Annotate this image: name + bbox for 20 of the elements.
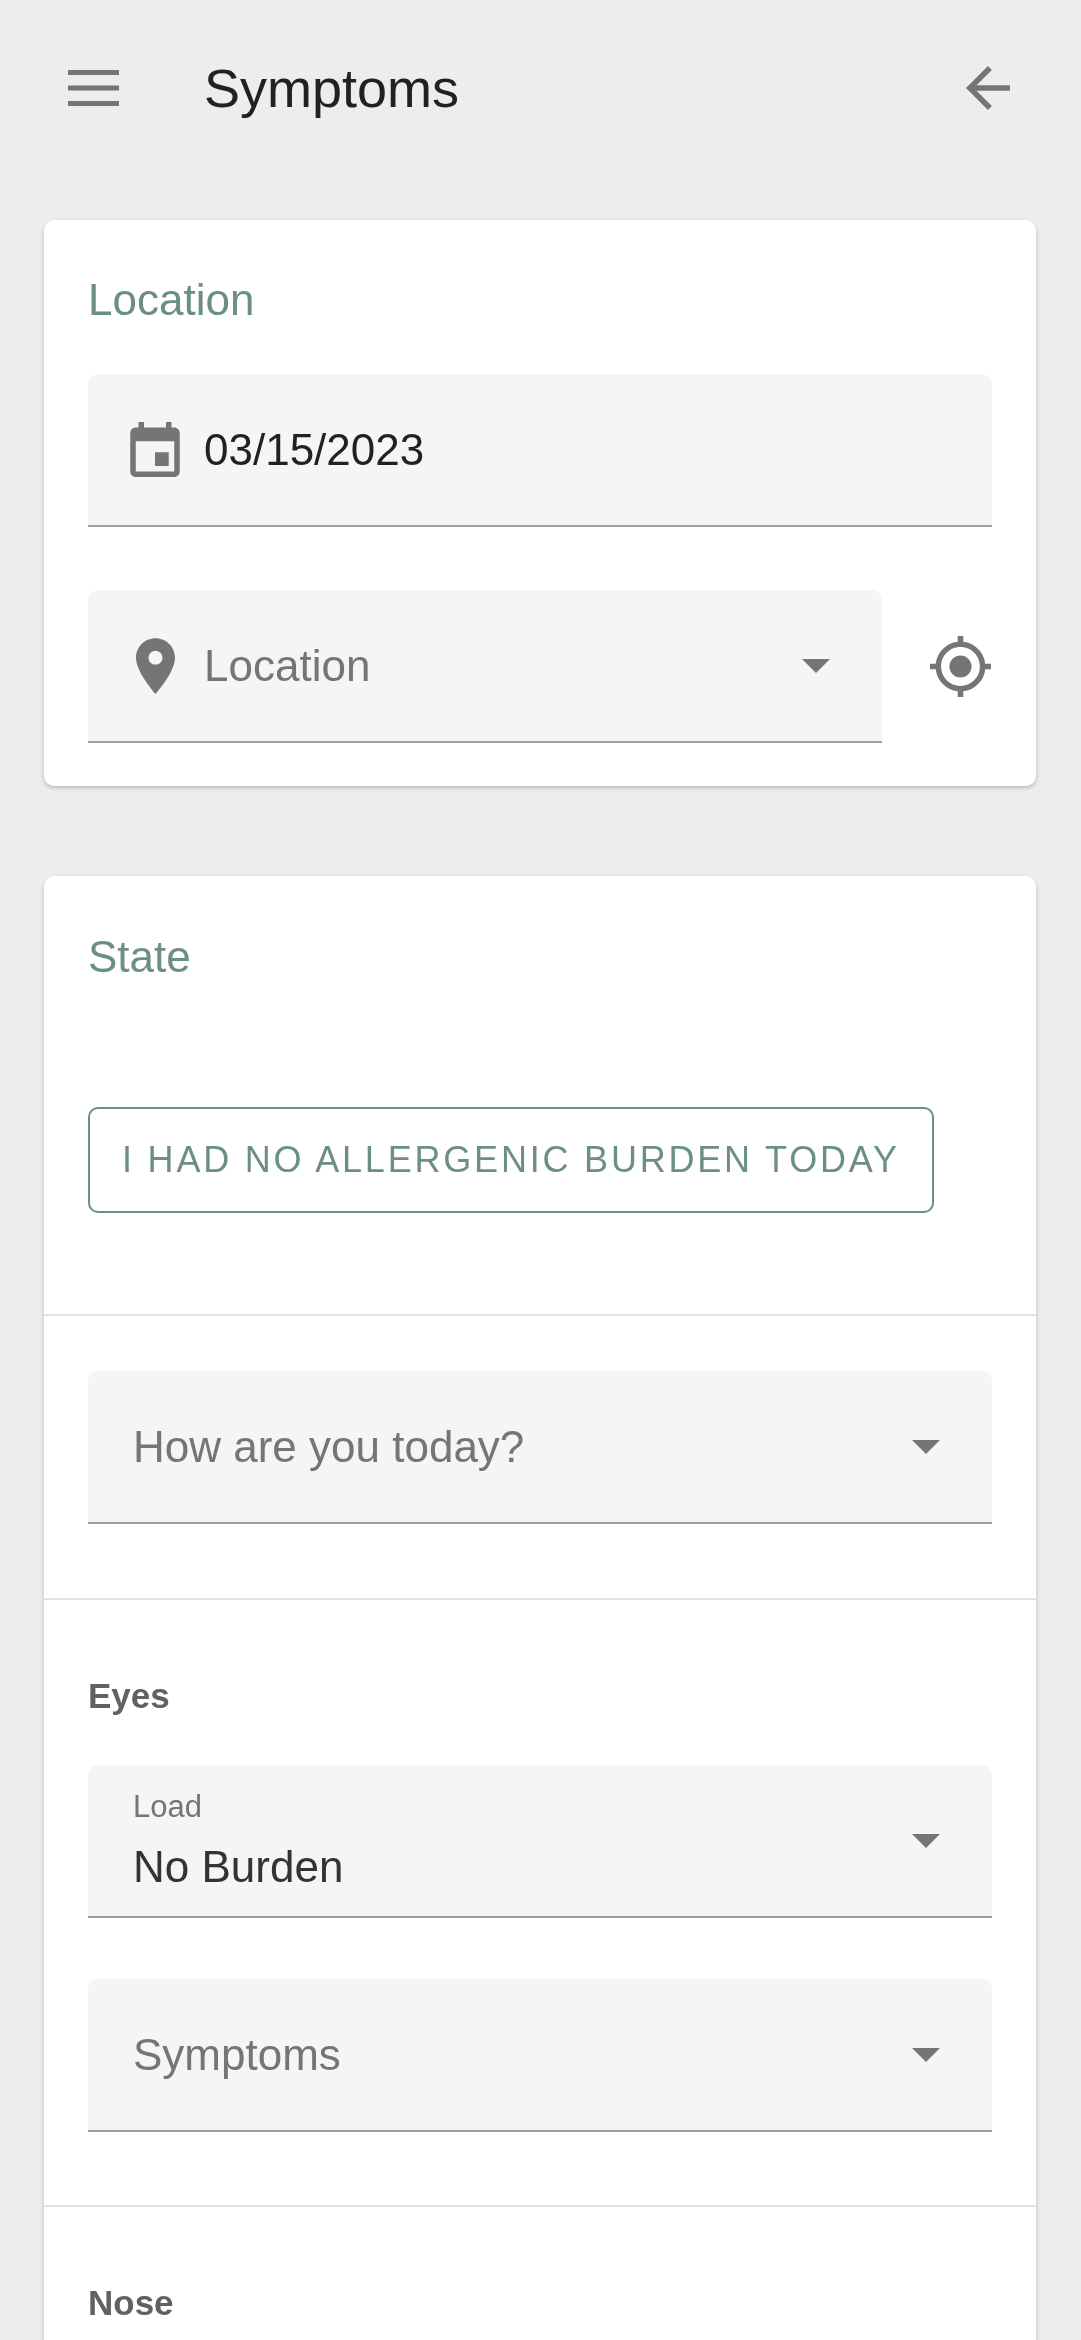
symptoms-select[interactable]: Symptoms <box>88 1979 992 2132</box>
section-heading: Nose <box>88 2282 175 2324</box>
calendar-icon <box>130 422 180 477</box>
menu-icon[interactable] <box>68 70 119 106</box>
card-title: Location <box>88 274 256 326</box>
card-title: State <box>88 931 192 983</box>
caret-icon <box>912 2047 940 2062</box>
crosshair-icon[interactable] <box>930 636 991 697</box>
caret-icon <box>912 1833 940 1848</box>
location-select[interactable]: Location <box>88 590 882 743</box>
screen-title: Symptoms <box>204 57 461 120</box>
load-select[interactable]: Load No Burden <box>88 1765 992 1918</box>
map-pin-icon <box>135 637 175 694</box>
date-field[interactable]: 03/15/2023 <box>88 374 992 527</box>
section-heading: Eyes <box>88 1675 171 1717</box>
mood-select[interactable]: How are you today? <box>88 1371 992 1524</box>
caret-icon <box>802 658 830 673</box>
back-arrow-icon[interactable] <box>966 66 1010 110</box>
caret-icon <box>912 1439 940 1454</box>
no-burden-button[interactable]: I HAD NO ALLERGENIC BURDEN TODAY <box>88 1107 934 1213</box>
